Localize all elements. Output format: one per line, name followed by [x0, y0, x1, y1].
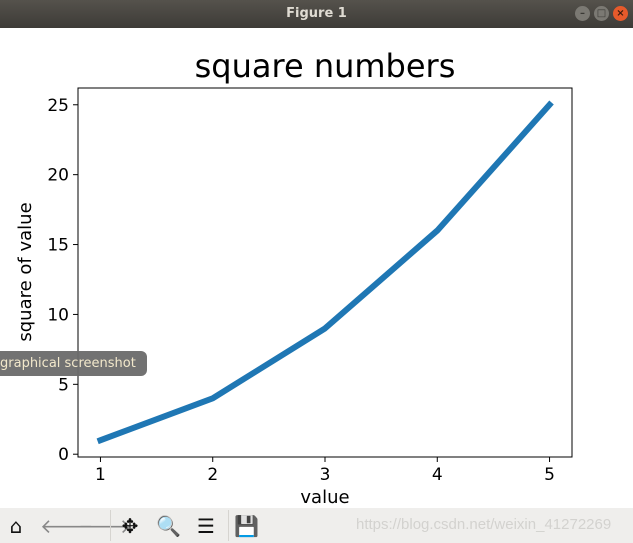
chart-title: square numbers	[195, 47, 456, 85]
x-tick-label: 4	[432, 465, 443, 485]
y-tick-label: 20	[47, 166, 69, 186]
zoom-button[interactable]: 🔍	[156, 514, 181, 538]
y-tick-label: 25	[47, 96, 69, 116]
forward-arrow-button[interactable]: 🡒	[78, 514, 132, 538]
x-tick-label: 3	[320, 465, 331, 485]
back-arrow-button[interactable]: 🡐	[40, 514, 94, 538]
figure-canvas: square numbers 1 2 3 4 5 0 5 10 15 20 25 value squ…	[15, 47, 573, 508]
save-button[interactable]: 💾	[234, 514, 259, 538]
y-tick-label: 5	[58, 375, 69, 395]
axes-frame	[77, 87, 573, 458]
toolbar-separator	[228, 510, 229, 541]
x-tick-label: 1	[95, 465, 106, 485]
x-axis-label: value	[300, 487, 349, 508]
y-tick-label: 10	[47, 305, 69, 325]
series-line	[96, 100, 554, 445]
x-tick-label: 5	[544, 465, 555, 485]
y-tick-label: 15	[47, 236, 69, 256]
y-tick-label: 0	[58, 445, 69, 465]
y-axis-label: square of value	[15, 202, 36, 341]
configure-subplots-button[interactable]: ☰	[194, 514, 218, 538]
x-tick-label: 2	[207, 465, 218, 485]
home-button[interactable]: ⌂	[4, 514, 28, 538]
watermark: https://blog.csdn.net/weixin_41272269	[356, 516, 612, 533]
toolbar-separator	[110, 510, 111, 541]
tooltip: graphical screenshot	[0, 351, 147, 376]
pan-button[interactable]: ✥	[118, 514, 142, 538]
